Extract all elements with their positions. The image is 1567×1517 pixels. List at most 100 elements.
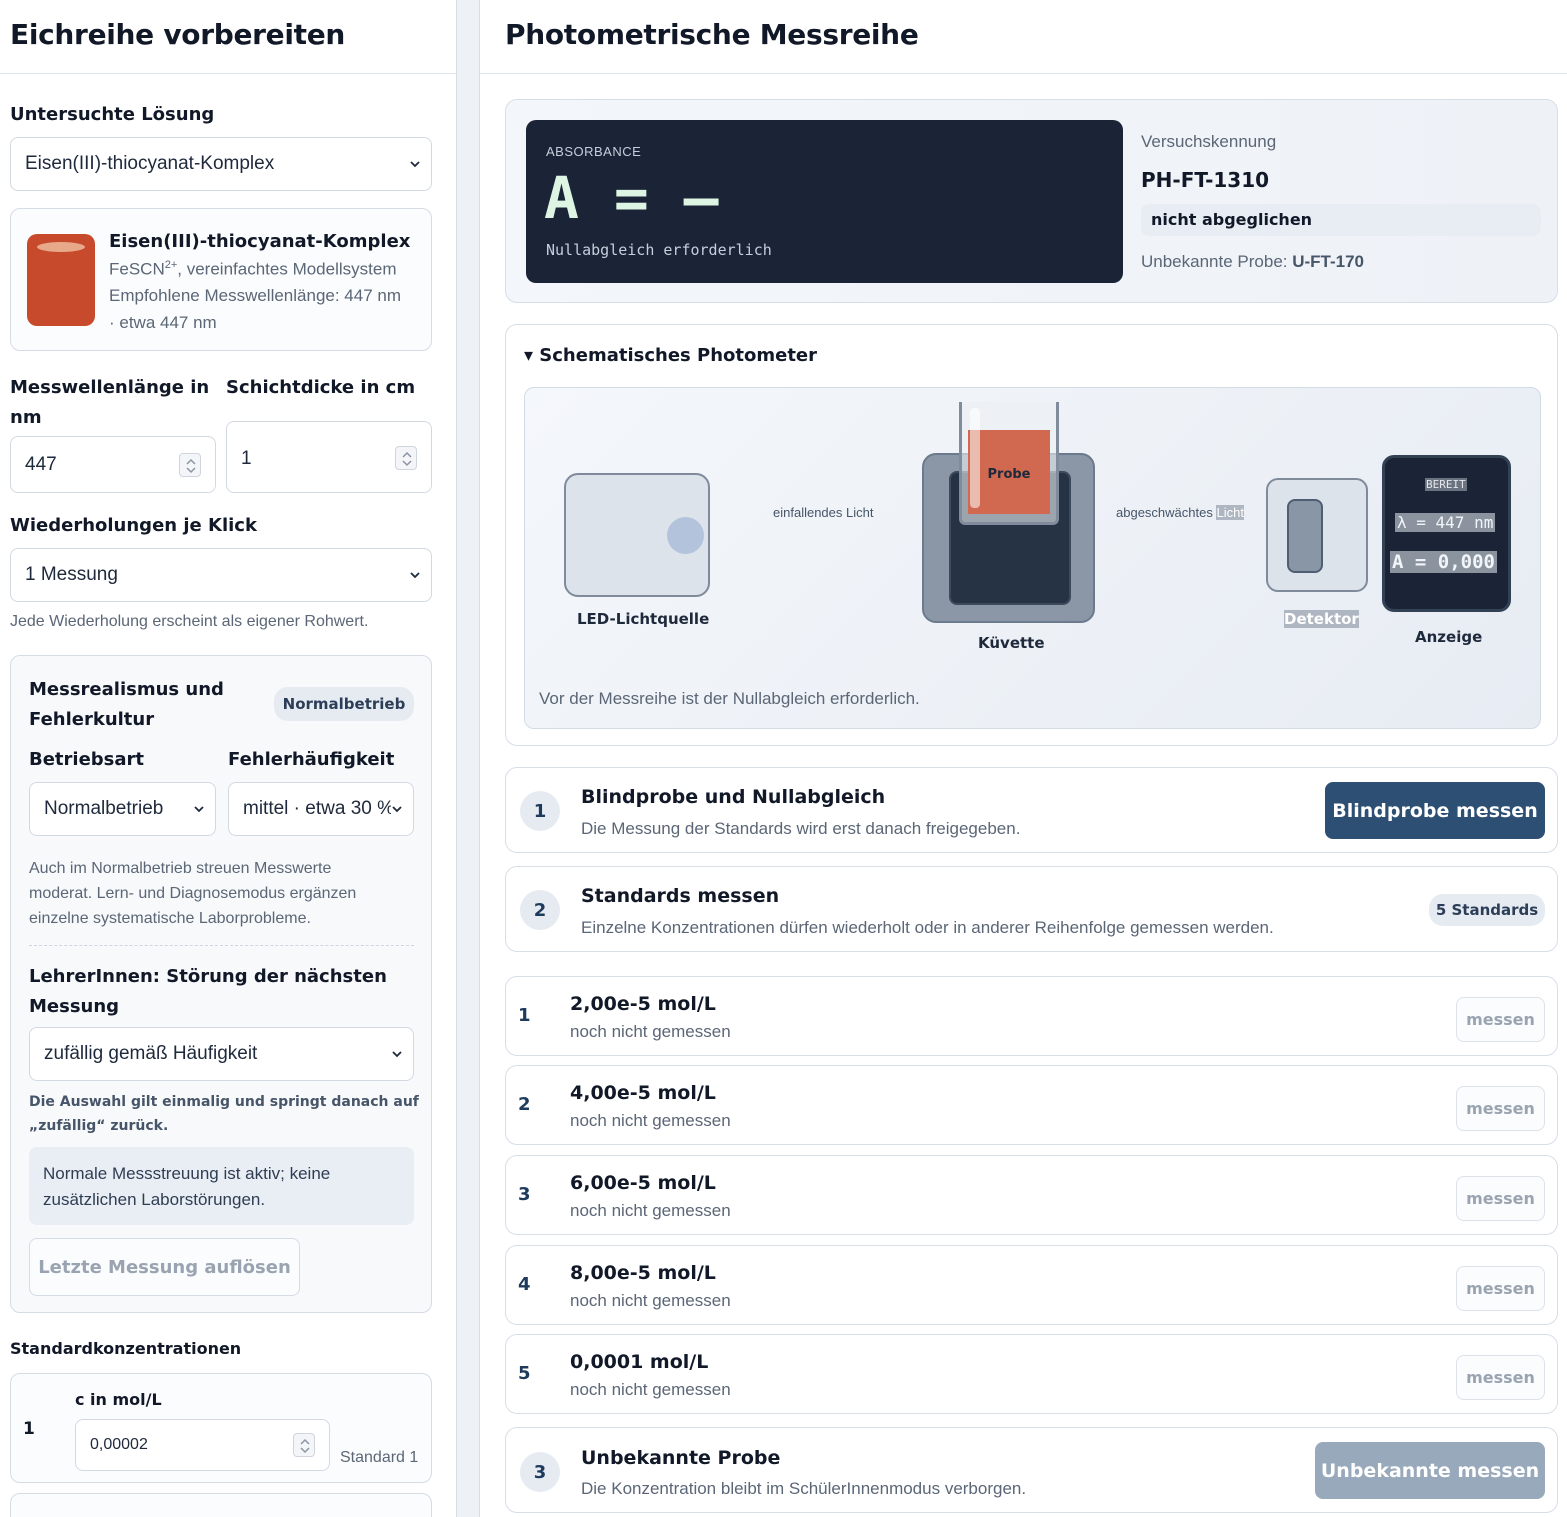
- standard-row: 2 4,00e-5 mol/L noch nicht gemessen mess…: [505, 1065, 1558, 1145]
- teacher-label: LehrerInnen: Störung der nächsten Messun…: [29, 966, 387, 1017]
- noise-info-box: Normale Messstreuung ist aktiv; keine zu…: [29, 1147, 414, 1225]
- divider: [29, 945, 414, 946]
- measurement-panel: Photometrische Messreihe ABSORBANCE A = …: [479, 0, 1567, 1517]
- screen-wavelength: λ = 447 nm: [1395, 513, 1496, 532]
- wavelength-label: Messwellenlänge in nm: [10, 377, 210, 428]
- standard-index: 1: [518, 1005, 531, 1026]
- measure-standard-button[interactable]: messen: [1456, 1266, 1545, 1311]
- device-screen: BEREIT λ = 447 nm A = 0,000: [1382, 455, 1511, 612]
- standard-row: 1 2,00e-5 mol/L noch nicht gemessen mess…: [505, 976, 1558, 1056]
- mode-label: Betriebsart: [29, 749, 145, 770]
- realism-note: Auch im Normalbetrieb streuen Messwerte …: [29, 860, 357, 927]
- disturbance-select[interactable]: zufällig gemäß Häufigkeit: [29, 1027, 414, 1081]
- thickness-input[interactable]: 1: [226, 421, 432, 493]
- thickness-stepper[interactable]: [395, 446, 417, 470]
- wavelength-stepper[interactable]: [179, 452, 201, 477]
- probe-label: Probe: [987, 467, 1031, 482]
- standard-concentration: 6,00e-5 mol/L: [570, 1172, 716, 1194]
- measure-standard-button[interactable]: messen: [1456, 1355, 1545, 1400]
- mode-select[interactable]: Normalbetrieb: [29, 782, 216, 836]
- standard-status: noch nicht gemessen: [570, 1022, 731, 1041]
- led-source: [564, 473, 710, 597]
- setup-header: Eichreihe vorbereiten: [0, 0, 456, 74]
- led-caption: LED-Lichtquelle: [577, 610, 710, 628]
- repeat-label: Wiederholungen je Klick: [10, 515, 257, 536]
- standard-row-index: 1: [23, 1419, 35, 1439]
- detector: [1266, 478, 1368, 592]
- standard-stepper[interactable]: [293, 1433, 315, 1457]
- cuvette-caption: Küvette: [978, 634, 1045, 652]
- measure-standard-button[interactable]: messen: [1456, 997, 1545, 1042]
- measure-standard-button[interactable]: messen: [1456, 1176, 1545, 1221]
- absorbance-display: ABSORBANCE A = – Nullabgleich erforderli…: [526, 120, 1123, 283]
- standard-index: 5: [518, 1363, 531, 1384]
- step-description: Die Konzentration bleibt im SchülerInnen…: [581, 1479, 1027, 1498]
- led-bulb-icon: [667, 517, 704, 554]
- measurement-header: Photometrische Messreihe: [480, 0, 1567, 74]
- standard-concentration: 0,0001 mol/L: [570, 1351, 709, 1373]
- photometer-toggle[interactable]: ▾ Schematisches Photometer: [524, 345, 817, 366]
- standard-status: noch nicht gemessen: [570, 1201, 731, 1220]
- absorbance-value: A = –: [544, 164, 719, 232]
- step-title: Unbekannte Probe: [581, 1447, 781, 1469]
- standard-row: 3 6,00e-5 mol/L noch nicht gemessen mess…: [505, 1155, 1558, 1235]
- standard-index: 4: [518, 1274, 531, 1295]
- step-title: Blindprobe und Nullabgleich: [581, 786, 886, 808]
- screen-state: BEREIT: [1425, 478, 1467, 491]
- chevron-down-icon: [392, 1051, 402, 1058]
- freq-select[interactable]: mittel · etwa 30 %: [228, 782, 414, 836]
- standard-index: 3: [518, 1184, 531, 1205]
- measure-standard-button[interactable]: messen: [1456, 1086, 1545, 1131]
- sample-formula: FeSCN2+, vereinfachtes Modellsystem: [109, 259, 397, 279]
- glass-highlight: [970, 408, 980, 508]
- sample-info-card: Eisen(III)-thiocyanat-Komplex FeSCN2+, v…: [10, 208, 432, 351]
- standard-tag: Standard 1: [340, 1449, 419, 1466]
- solution-select[interactable]: Eisen(III)-thiocyanat-Komplex: [10, 137, 432, 191]
- setup-panel: Eichreihe vorbereiten Untersuchte Lösung…: [0, 0, 457, 1517]
- repeat-hint: Jede Wiederholung erscheint als eigener …: [10, 613, 369, 630]
- standard-concentration-input[interactable]: 0,00002: [75, 1419, 330, 1471]
- standards-title: Standardkonzentrationen: [10, 1339, 242, 1358]
- standard-status: noch nicht gemessen: [570, 1291, 731, 1310]
- resolve-last-button[interactable]: Letzte Messung auflösen: [29, 1238, 300, 1296]
- chevron-down-icon: [194, 806, 204, 813]
- wavelength-input[interactable]: 447: [10, 436, 216, 493]
- step-unknown: 3 Unbekannte Probe Die Konzentration ble…: [505, 1427, 1558, 1513]
- step-title: Standards messen: [581, 885, 780, 907]
- standard-status: noch nicht gemessen: [570, 1111, 731, 1130]
- standard-col-label: c in mol/L: [75, 1390, 162, 1409]
- chevron-down-icon: [410, 161, 420, 168]
- realism-card: Messrealismus und Fehlerkultur Normalbet…: [10, 655, 432, 1313]
- step-description: Die Messung der Standards wird erst dana…: [581, 819, 1021, 838]
- detector-sensor-icon: [1287, 499, 1323, 573]
- standard-index: 2: [518, 1094, 531, 1115]
- standard-status: noch nicht gemessen: [570, 1380, 731, 1399]
- chevron-down-icon: [392, 806, 402, 813]
- cuvette-glass: Probe: [959, 402, 1059, 525]
- step-blank: 1 Blindprobe und Nullabgleich Die Messun…: [505, 767, 1558, 853]
- standards-count-badge: 5 Standards: [1429, 894, 1545, 926]
- sample-approx: · etwa 447 nm: [109, 313, 217, 332]
- step-number: 2: [520, 890, 560, 930]
- measure-blank-button[interactable]: Blindprobe messen: [1325, 782, 1545, 839]
- unknown-probe-id: Unbekannte Probe: U-FT-170: [1141, 252, 1365, 271]
- realism-title: Messrealismus und Fehlerkultur: [29, 679, 224, 730]
- standard-row: 5 0,0001 mol/L noch nicht gemessen messe…: [505, 1334, 1558, 1414]
- standard-concentration: 2,00e-5 mol/L: [570, 993, 716, 1015]
- display-caption: Anzeige: [1415, 628, 1483, 646]
- photometer-diagram: LED-Lichtquelle einfallendes Licht Probe…: [524, 387, 1541, 729]
- sample-name: Eisen(III)-thiocyanat-Komplex: [109, 231, 411, 252]
- incident-light-label: einfallendes Licht: [773, 505, 874, 520]
- chevron-down-icon: [410, 572, 420, 579]
- mode-badge: Normalbetrieb: [274, 687, 414, 721]
- repeat-select[interactable]: 1 Messung: [10, 548, 432, 602]
- standard-concentration: 8,00e-5 mol/L: [570, 1262, 716, 1284]
- solution-label: Untersuchte Lösung: [10, 104, 215, 125]
- detector-caption: Detektor: [1284, 610, 1359, 628]
- standard-concentration: 4,00e-5 mol/L: [570, 1082, 716, 1104]
- attenuated-light-label: abgeschwächtes Licht: [1116, 505, 1244, 520]
- step-description: Einzelne Konzentrationen dürfen wiederho…: [581, 918, 1274, 937]
- freq-label: Fehlerhäufigkeit: [228, 749, 395, 770]
- measure-unknown-button[interactable]: Unbekannte messen: [1315, 1442, 1545, 1499]
- step-standards: 2 Standards messen Einzelne Konzentratio…: [505, 866, 1558, 952]
